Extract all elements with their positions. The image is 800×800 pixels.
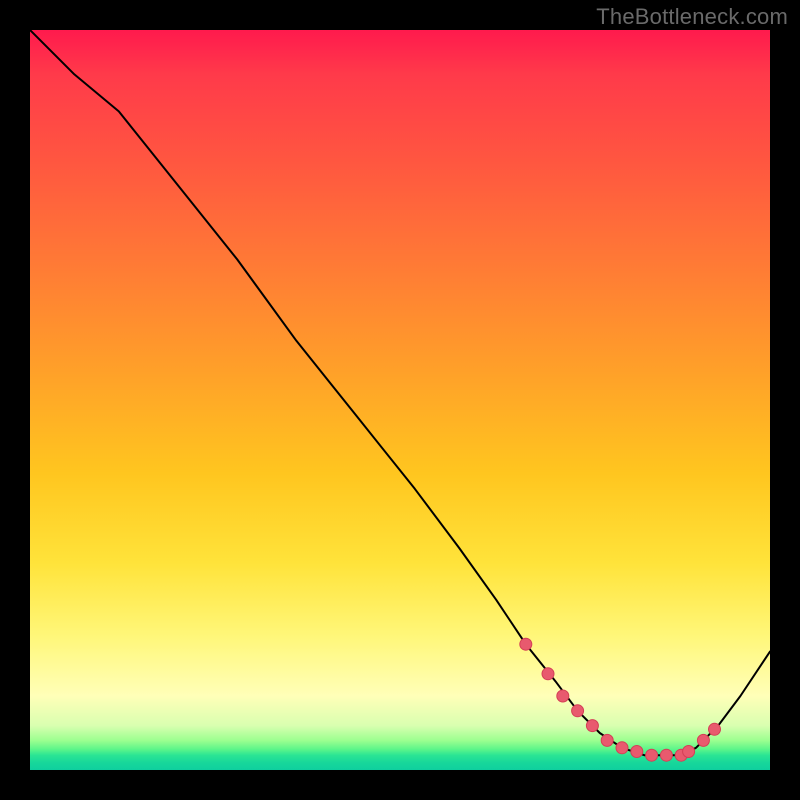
valley-dot [697,734,709,746]
valley-dot [660,749,672,761]
watermark-text: TheBottleneck.com [596,4,788,30]
plot-area [30,30,770,770]
valley-dot [601,734,613,746]
valley-dot [631,746,643,758]
valley-dot [572,705,584,717]
valley-dots-group [520,638,721,761]
valley-dot [557,690,569,702]
valley-dot [646,749,658,761]
valley-dot [709,723,721,735]
chart-frame: TheBottleneck.com [0,0,800,800]
bottleneck-curve [30,30,770,755]
valley-dot [616,742,628,754]
curve-svg [30,30,770,770]
valley-dot [542,668,554,680]
valley-dot [586,720,598,732]
valley-dot [520,638,532,650]
valley-dot [683,746,695,758]
